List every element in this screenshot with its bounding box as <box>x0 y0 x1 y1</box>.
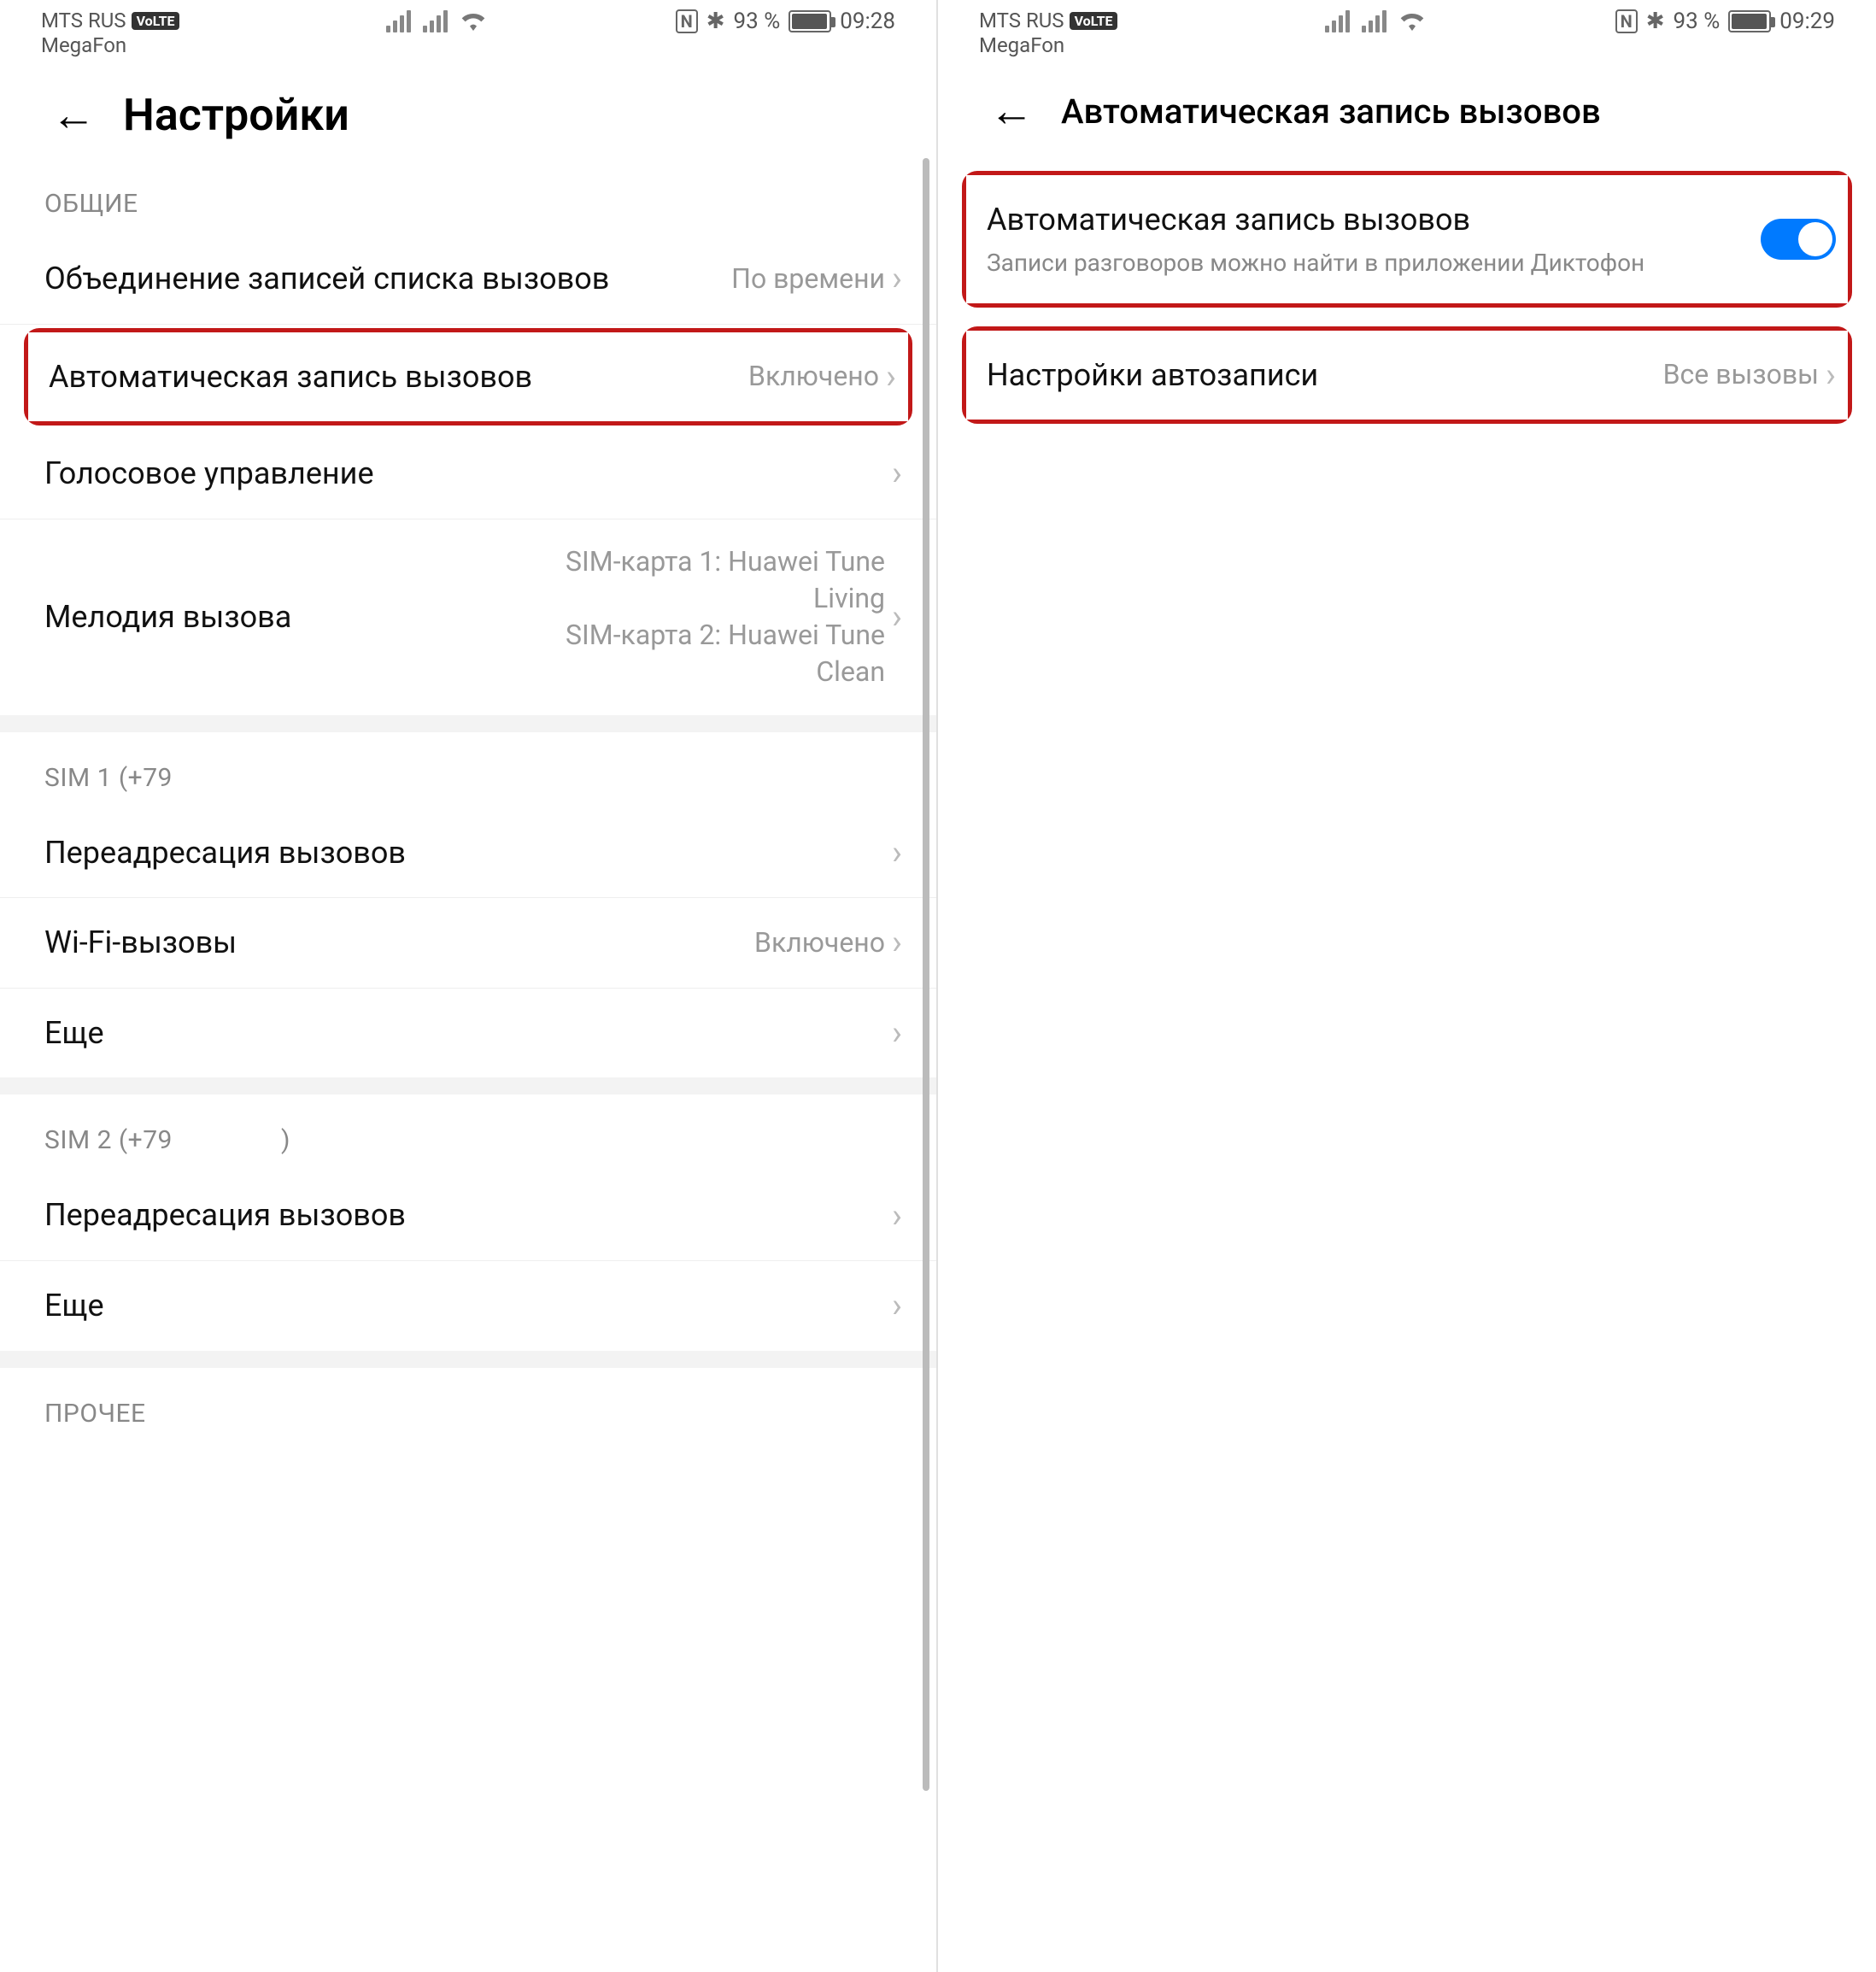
item-merge-call-records[interactable]: Объединение записей списка вызовов По вр… <box>0 234 936 325</box>
status-carriers: MTS RUS VoLTE MegaFon <box>41 9 179 58</box>
chevron-right-icon: › <box>892 925 902 960</box>
scrollbar[interactable] <box>923 158 929 1791</box>
item-sim1-forwarding[interactable]: Переадресация вызовов › <box>0 808 936 899</box>
item-label: Мелодия вызова <box>44 596 526 638</box>
battery-icon <box>1728 10 1771 32</box>
wifi-icon <box>460 10 487 31</box>
item-value: Все вызовы <box>1663 356 1819 393</box>
section-sim2: SIM 2 (+79 ) <box>0 1095 936 1171</box>
bluetooth-icon: ✱ <box>1646 9 1665 34</box>
back-button[interactable]: ← <box>51 93 96 138</box>
clock: 09:29 <box>1779 9 1835 34</box>
item-voice-control[interactable]: Голосовое управление › <box>0 429 936 519</box>
page-title: Автоматическая запись вызовов <box>1061 91 1601 132</box>
highlight-autorecord-toggle: Автоматическая запись вызовов Записи раз… <box>962 171 1852 308</box>
section-sim1: SIM 1 (+79 <box>0 732 936 808</box>
item-sim1-more[interactable]: Еще › <box>0 989 936 1078</box>
signal-icon <box>1362 9 1386 32</box>
clock: 09:28 <box>840 9 895 34</box>
status-bar: MTS RUS VoLTE MegaFon N ✱ 93 % 09:28 <box>0 0 936 62</box>
toggle-switch[interactable] <box>1761 219 1836 260</box>
item-label: Настройки автозаписи <box>987 355 1663 396</box>
highlight-autorecord-settings: Настройки автозаписи Все вызовы › <box>962 326 1852 425</box>
back-button[interactable]: ← <box>989 89 1034 133</box>
chevron-right-icon: › <box>1826 358 1836 392</box>
chevron-right-icon: › <box>892 836 902 870</box>
item-autorecord-settings[interactable]: Настройки автозаписи Все вызовы › <box>966 331 1848 420</box>
chevron-right-icon: › <box>892 456 902 490</box>
carrier-1: MTS RUS <box>979 9 1064 33</box>
section-general: ОБЩИЕ <box>0 158 936 234</box>
status-signal-icons <box>386 9 487 32</box>
item-value: Включено <box>748 358 879 395</box>
chevron-right-icon: › <box>892 261 902 296</box>
status-bar: MTS RUS VoLTE MegaFon N ✱ 93 % 09:29 <box>938 0 1876 62</box>
item-label: Голосовое управление <box>44 453 892 495</box>
highlight-autorecord: Автоматическая запись вызовов Включено › <box>24 328 912 426</box>
item-sim2-forwarding[interactable]: Переадресация вызовов › <box>0 1171 936 1261</box>
battery-pct: 93 % <box>734 9 781 34</box>
screen-settings: MTS RUS VoLTE MegaFon N ✱ 93 % 09:28 ← Н… <box>0 0 938 1972</box>
item-autorecord-toggle[interactable]: Автоматическая запись вызовов Записи раз… <box>966 175 1848 303</box>
chevron-right-icon: › <box>886 360 896 394</box>
item-label: Автоматическая запись вызовов <box>49 356 748 398</box>
item-auto-call-record[interactable]: Автоматическая запись вызовов Включено › <box>28 332 908 422</box>
signal-icon <box>386 9 411 32</box>
chevron-right-icon: › <box>892 1016 902 1050</box>
item-value: Включено <box>754 924 885 961</box>
item-label: Объединение записей списка вызовов <box>44 258 731 300</box>
autorecord-content: Автоматическая запись вызовов Записи раз… <box>938 150 1876 1972</box>
battery-pct: 93 % <box>1674 9 1721 34</box>
item-label: Еще <box>44 1012 892 1054</box>
status-right: N ✱ 93 % 09:28 <box>676 9 895 34</box>
bluetooth-icon: ✱ <box>706 9 725 34</box>
page-title: Настройки <box>123 89 349 141</box>
status-carriers: MTS RUS VoLTE MegaFon <box>979 9 1117 58</box>
signal-icon <box>423 9 448 32</box>
carrier-2: MegaFon <box>41 33 179 58</box>
app-header: ← Автоматическая запись вызовов <box>938 62 1876 150</box>
wifi-icon <box>1398 10 1426 31</box>
item-label: Автоматическая запись вызовов <box>987 199 1761 241</box>
status-signal-icons <box>1325 9 1426 32</box>
item-label: Переадресация вызовов <box>44 1194 892 1236</box>
item-subtitle: Записи разговоров можно найти в приложен… <box>987 246 1761 279</box>
signal-icon <box>1325 9 1350 32</box>
chevron-right-icon: › <box>892 1288 902 1323</box>
item-value: По времени <box>731 261 885 297</box>
carrier-1: MTS RUS <box>41 9 126 33</box>
settings-list: ОБЩИЕ Объединение записей списка вызовов… <box>0 158 936 1972</box>
item-label: Еще <box>44 1285 892 1327</box>
app-header: ← Настройки <box>0 62 936 158</box>
item-sim2-more[interactable]: Еще › <box>0 1261 936 1351</box>
battery-icon <box>789 10 831 32</box>
status-right: N ✱ 93 % 09:29 <box>1615 9 1835 34</box>
item-label: Wi-Fi-вызовы <box>44 922 754 964</box>
chevron-right-icon: › <box>892 1199 902 1233</box>
item-label: Переадресация вызовов <box>44 832 892 874</box>
item-sim1-wifi-calling[interactable]: Wi-Fi-вызовы Включено › <box>0 898 936 989</box>
item-ringtone[interactable]: Мелодия вызова SIM-карта 1: Huawei Tune … <box>0 519 936 715</box>
nfc-icon: N <box>1615 9 1638 33</box>
volte-badge: VoLTE <box>1070 12 1118 30</box>
carrier-2: MegaFon <box>979 33 1117 58</box>
chevron-right-icon: › <box>892 600 902 634</box>
item-value: SIM-карта 1: Huawei Tune Living SIM-карт… <box>526 543 885 691</box>
volte-badge: VoLTE <box>132 12 180 30</box>
nfc-icon: N <box>676 9 698 33</box>
section-other: ПРОЧЕЕ <box>0 1368 936 1444</box>
screen-autorecord: MTS RUS VoLTE MegaFon N ✱ 93 % 09:29 ← А… <box>938 0 1876 1972</box>
